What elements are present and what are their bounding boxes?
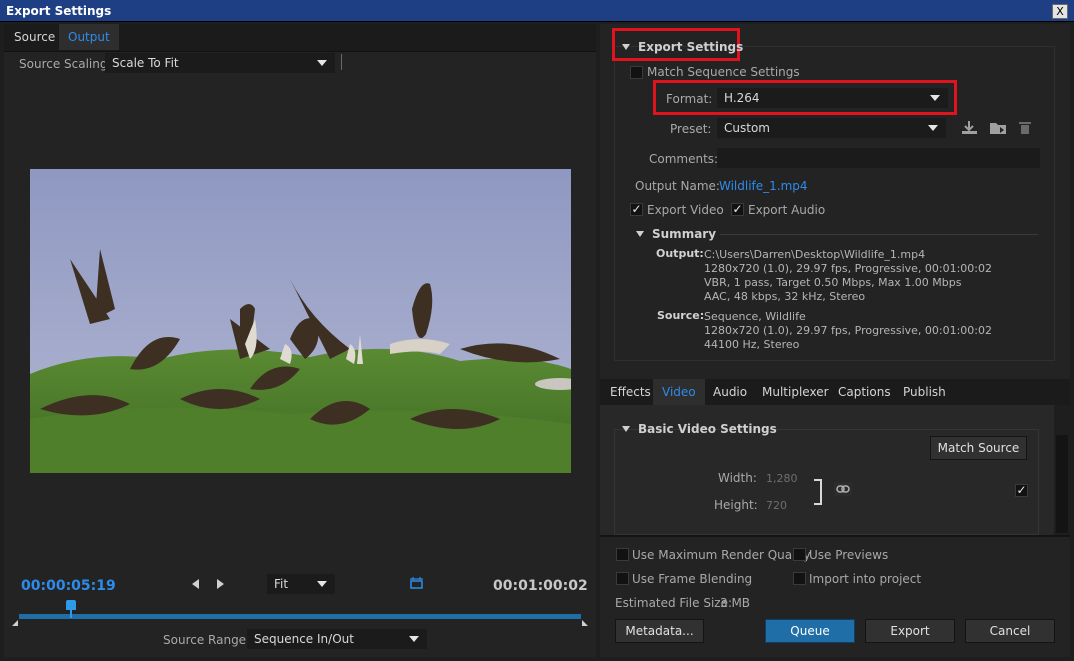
output-name-link[interactable]: Wildlife_1.mp4 (719, 179, 808, 193)
title-bar: Export Settings X (0, 0, 1074, 22)
tab-output[interactable]: Output (59, 24, 119, 50)
chevron-down-icon (928, 125, 938, 131)
tab-effects[interactable]: Effects (601, 379, 660, 405)
zoom-fit-dropdown[interactable]: Fit (267, 574, 335, 594)
playhead-handle[interactable] (66, 600, 76, 610)
export-button[interactable]: Export (865, 619, 955, 643)
chevron-down-icon (409, 636, 419, 642)
step-forward-icon[interactable] (217, 579, 224, 589)
settings-tabs: Effects Video Audio Multiplexer Captions… (600, 379, 1070, 405)
match-source-button[interactable]: Match Source (930, 436, 1027, 460)
height-label: Height: (714, 498, 758, 512)
window-title: Export Settings (6, 4, 112, 18)
chevron-down-icon (317, 581, 327, 587)
width-label: Width: (718, 471, 757, 485)
disclosure-triangle-icon (636, 231, 644, 237)
export-video-label: Export Video (647, 203, 724, 217)
format-dropdown[interactable]: H.264 (717, 88, 948, 108)
source-scaling-label: Source Scaling: (19, 57, 112, 71)
tab-publish[interactable]: Publish (894, 379, 955, 405)
format-value: H.264 (724, 91, 760, 105)
out-point-icon[interactable] (582, 620, 588, 626)
file-size-value: 3 MB (720, 596, 751, 610)
import-project-label: Import into project (809, 572, 922, 586)
current-timecode[interactable]: 00:00:05:19 (21, 578, 116, 594)
comments-label: Comments: (649, 152, 719, 166)
save-preset-icon[interactable] (961, 120, 978, 135)
chain-link-icon[interactable] (834, 482, 852, 496)
chevron-down-icon (317, 60, 327, 66)
scrollbar-thumb[interactable] (1056, 435, 1068, 533)
source-range-value: Sequence In/Out (254, 632, 354, 646)
timeline-bar[interactable] (19, 614, 581, 619)
export-settings-heading[interactable]: Export Settings (622, 40, 743, 54)
zoom-fit-value: Fit (274, 577, 289, 591)
disclosure-triangle-icon (622, 426, 630, 432)
use-previews-checkbox[interactable] (793, 548, 806, 561)
max-render-label: Use Maximum Render Quality (632, 548, 811, 562)
frame-blending-checkbox[interactable] (616, 572, 629, 585)
tab-source[interactable]: Source (5, 24, 64, 50)
summary-output-label: Output: (656, 247, 704, 260)
import-preset-icon[interactable] (989, 120, 1007, 135)
format-label: Format: (666, 92, 713, 106)
tab-video[interactable]: Video (653, 379, 705, 405)
chevron-down-icon (930, 95, 940, 101)
summary-divider (720, 234, 1038, 235)
bottom-divider (600, 535, 1070, 537)
cancel-button[interactable]: Cancel (965, 619, 1055, 643)
settings-panel: Export Settings Match Sequence Settings … (600, 24, 1070, 657)
tab-captions[interactable]: Captions (829, 379, 900, 405)
preview-panel: Source Output Source Scaling: Scale To F… (4, 24, 596, 657)
preset-label: Preset: (670, 122, 712, 136)
queue-button[interactable]: Queue (765, 619, 855, 643)
preset-dropdown[interactable]: Custom (717, 118, 946, 138)
comments-input[interactable] (717, 148, 1040, 168)
match-sequence-checkbox[interactable] (630, 66, 643, 79)
export-settings-title: Export Settings (638, 40, 744, 54)
duration-timecode: 00:01:00:02 (493, 578, 588, 594)
summary-heading[interactable]: Summary (636, 227, 716, 241)
in-point-icon[interactable] (12, 620, 18, 626)
tab-multiplexer[interactable]: Multiplexer (753, 379, 838, 405)
step-back-icon[interactable] (192, 579, 199, 589)
preset-value: Custom (724, 121, 770, 135)
max-render-checkbox[interactable] (616, 548, 629, 561)
playhead-line (70, 610, 72, 618)
aspect-toggle-icon[interactable] (409, 577, 424, 591)
source-range-dropdown[interactable]: Sequence In/Out (247, 629, 427, 649)
import-project-checkbox[interactable] (793, 572, 806, 585)
export-audio-checkbox[interactable]: ✓ (731, 203, 744, 216)
file-size-label: Estimated File Size: (615, 596, 733, 610)
link-bracket (814, 479, 822, 505)
match-sequence-label: Match Sequence Settings (647, 65, 800, 79)
width-value[interactable]: 1,280 (766, 472, 798, 485)
source-scaling-dropdown[interactable]: Scale To Fit (105, 53, 335, 73)
video-preview (30, 169, 571, 473)
output-name-label: Output Name: (635, 179, 720, 193)
delete-preset-icon[interactable] (1018, 120, 1032, 135)
source-range-label: Source Range: (163, 633, 251, 647)
summary-title: Summary (652, 227, 717, 241)
height-value[interactable]: 720 (766, 499, 787, 512)
scrollbar-track[interactable] (1054, 405, 1070, 535)
metadata-button[interactable]: Metadata... (615, 619, 704, 643)
export-video-checkbox[interactable]: ✓ (630, 203, 643, 216)
frame-blending-label: Use Frame Blending (632, 572, 753, 586)
source-scaling-value: Scale To Fit (112, 56, 179, 70)
summary-source-text: Sequence, Wildlife 1280x720 (1.0), 29.97… (704, 310, 993, 351)
tab-audio[interactable]: Audio (704, 379, 756, 405)
basic-video-heading[interactable]: Basic Video Settings (622, 422, 777, 436)
close-button[interactable]: X (1052, 4, 1068, 19)
basic-video-title: Basic Video Settings (638, 422, 777, 436)
disclosure-triangle-icon (622, 44, 630, 50)
use-previews-label: Use Previews (809, 548, 889, 562)
summary-output-text: C:\Users\Darren\Desktop\Wildlife_1.mp4 1… (704, 248, 993, 303)
divider (341, 54, 342, 70)
export-audio-label: Export Audio (748, 203, 826, 217)
resize-checkbox[interactable]: ✓ (1015, 484, 1028, 497)
preview-tabs: Source Output (4, 24, 596, 52)
video-frame-image (30, 169, 571, 473)
summary-source-label: Source: (657, 309, 705, 322)
